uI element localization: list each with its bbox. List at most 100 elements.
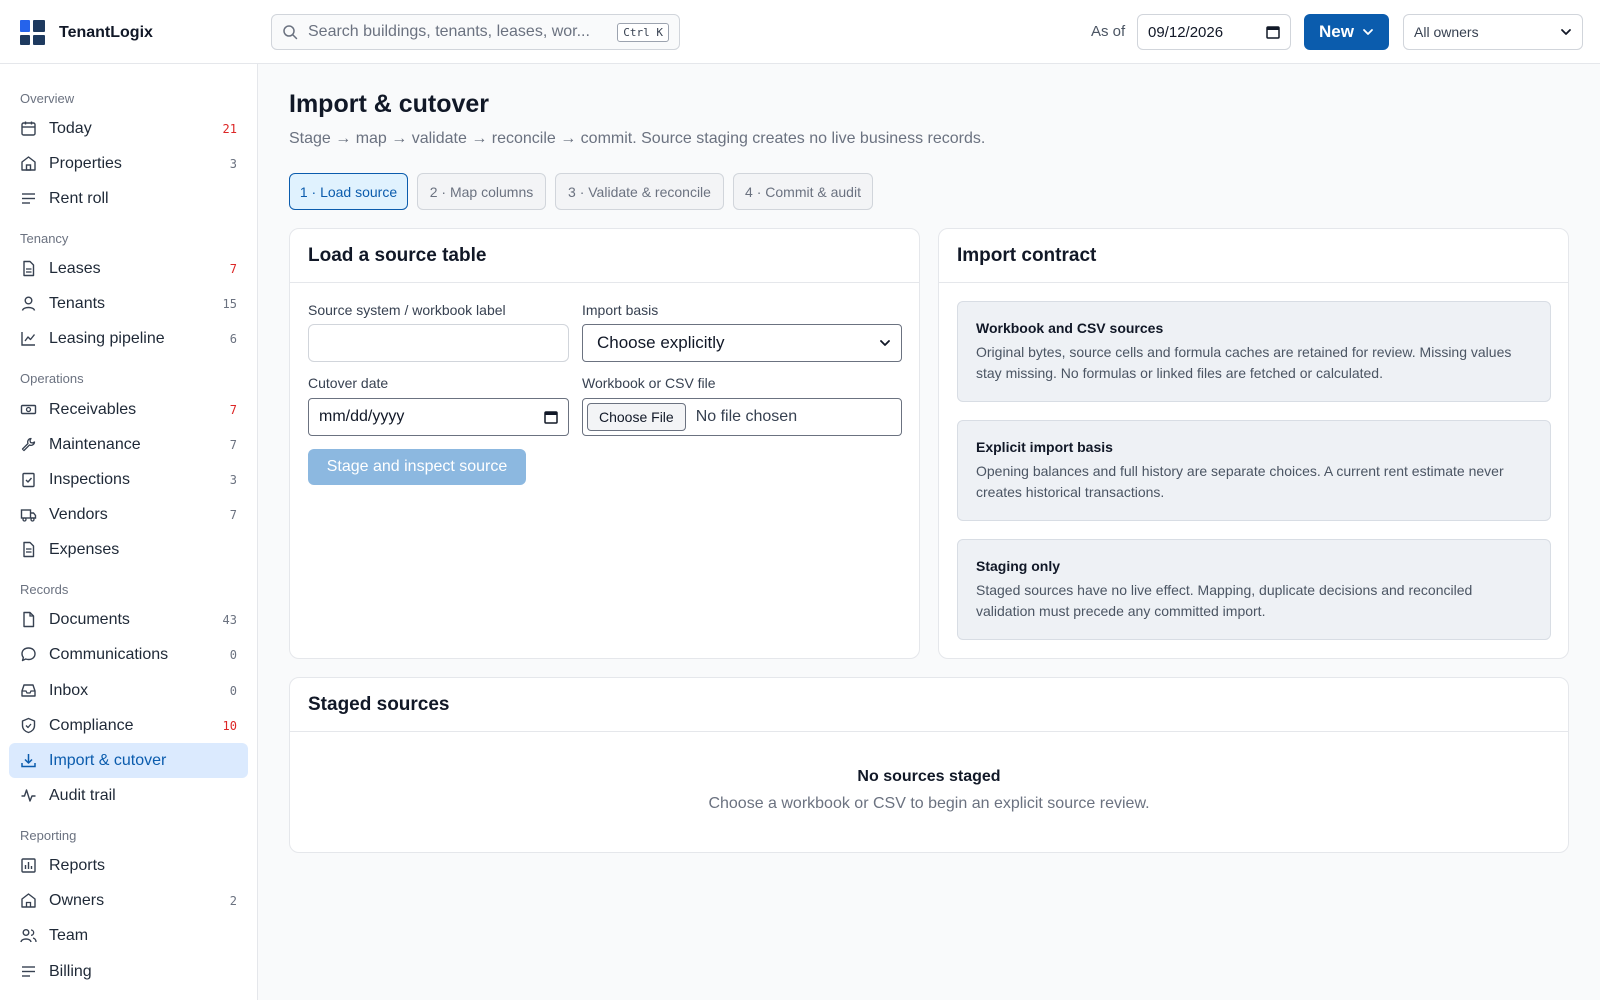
sidebar-item-label: Communications xyxy=(49,645,169,663)
sidebar-item-today[interactable]: Today 21 xyxy=(9,111,248,146)
home-icon xyxy=(21,893,36,908)
contract-item-title: Staging only xyxy=(976,558,1060,574)
receipt-icon xyxy=(23,541,35,558)
file-icon xyxy=(23,611,35,628)
contract-item: Explicit import basis Opening balances a… xyxy=(957,420,1551,521)
load-source-card: Load a source table Source system / work… xyxy=(289,228,920,659)
clipboard-check-icon xyxy=(22,472,35,488)
file-status: No file chosen xyxy=(695,408,798,425)
sidebar-item-label: Billing xyxy=(49,962,92,980)
sidebar-item-properties[interactable]: Properties 3 xyxy=(9,146,248,181)
message-bubble-icon xyxy=(21,647,36,662)
brand[interactable]: TenantLogix xyxy=(20,20,153,45)
search-input[interactable] xyxy=(308,23,618,41)
card-title: Staged sources xyxy=(290,678,1568,732)
search-icon xyxy=(283,25,298,40)
chevron-down-icon xyxy=(1561,29,1571,35)
file-field-label: Workbook or CSV file xyxy=(582,375,716,391)
sidebar-item-label: Expenses xyxy=(49,540,120,558)
owner-filter-select[interactable]: All owners xyxy=(1403,14,1583,50)
staged-sources-card: Staged sources No sources staged Choose … xyxy=(289,677,1569,853)
calendar-icon xyxy=(21,121,36,136)
step-commit-audit[interactable]: 4 · Commit & audit xyxy=(733,173,873,210)
sidebar-item-audit-trail[interactable]: Audit trail xyxy=(9,778,248,813)
sidebar-item-owners[interactable]: Owners 2 xyxy=(9,883,248,918)
as-of-date-input[interactable]: 09/12/2026 xyxy=(1137,14,1291,50)
sidebar-item-count: 15 xyxy=(222,296,237,311)
sidebar-item-leasing-pipeline[interactable]: Leasing pipeline 6 xyxy=(9,321,248,356)
search-shortcut-hint: Ctrl K xyxy=(617,22,669,42)
sidebar-item-count: 10 xyxy=(222,718,237,733)
sidebar-item-label: Rent roll xyxy=(49,189,109,207)
cutover-date-placeholder: mm/dd/yyyy xyxy=(319,408,405,425)
sidebar-item-vendors[interactable]: Vendors 7 xyxy=(9,497,248,532)
file-input[interactable]: Choose File No file chosen xyxy=(582,398,902,436)
sidebar-item-label: Leases xyxy=(49,259,101,277)
sidebar-item-expenses[interactable]: Expenses xyxy=(9,532,248,567)
shield-check-icon xyxy=(21,717,36,734)
new-button-label: New xyxy=(1319,22,1354,41)
calendar-icon[interactable] xyxy=(1266,25,1280,39)
sidebar-item-label: Compliance xyxy=(49,716,134,734)
page-subtitle: Stage → map → validate → reconcile → com… xyxy=(289,130,986,147)
wrench-icon xyxy=(21,437,36,452)
calendar-icon[interactable] xyxy=(544,410,558,424)
global-search[interactable]: Ctrl K xyxy=(271,14,680,50)
nav-section-operations: Operations xyxy=(20,371,84,386)
sidebar-item-label: Tenants xyxy=(49,294,106,312)
source-label-field-label: Source system / workbook label xyxy=(308,302,506,318)
choose-file-button[interactable]: Choose File xyxy=(587,403,686,431)
sidebar-item-documents[interactable]: Documents 43 xyxy=(9,602,248,637)
empty-state-message: Choose a workbook or CSV to begin an exp… xyxy=(708,795,1150,812)
sidebar-item-label: Properties xyxy=(49,154,122,172)
import-basis-value: Choose explicitly xyxy=(597,333,725,352)
sidebar-item-count: 7 xyxy=(229,402,237,417)
trend-chart-icon xyxy=(21,332,36,346)
sidebar-nav: Overview Today 21 Properties 3 Rent roll… xyxy=(0,64,258,1000)
sidebar-item-receivables[interactable]: Receivables 7 xyxy=(9,392,248,427)
import-contract-card: Import contract Workbook and CSV sources… xyxy=(938,228,1569,659)
sidebar-item-label: Team xyxy=(49,926,89,944)
sidebar-item-rent-roll[interactable]: Rent roll xyxy=(9,181,248,216)
sidebar-item-leases[interactable]: Leases 7 xyxy=(9,251,248,286)
import-basis-select[interactable]: Choose explicitly xyxy=(582,324,902,362)
step-map-columns[interactable]: 2 · Map columns xyxy=(417,173,546,210)
contract-item-body: Original bytes, source cells and formula… xyxy=(976,344,1512,381)
import-basis-label: Import basis xyxy=(582,302,659,318)
source-label-input[interactable] xyxy=(308,324,569,362)
users-icon xyxy=(20,929,37,943)
document-icon xyxy=(23,260,35,277)
sidebar-item-label: Inbox xyxy=(49,681,89,699)
sidebar-item-billing[interactable]: Billing xyxy=(9,954,248,989)
sidebar-item-count: 3 xyxy=(229,156,237,171)
sidebar-item-label: Documents xyxy=(49,610,130,628)
bar-chart-icon xyxy=(21,858,36,873)
stage-source-button[interactable]: Stage and inspect source xyxy=(308,449,526,485)
truck-icon xyxy=(20,509,37,522)
nav-section-reporting: Reporting xyxy=(20,828,77,843)
sidebar-item-tenants[interactable]: Tenants 15 xyxy=(9,286,248,321)
sidebar-item-compliance[interactable]: Compliance 10 xyxy=(9,708,248,743)
sidebar-item-label: Import & cutover xyxy=(49,751,167,769)
cutover-date-input[interactable]: mm/dd/yyyy xyxy=(308,398,569,436)
chevron-down-icon xyxy=(880,340,890,346)
new-button[interactable]: New xyxy=(1304,14,1389,50)
sidebar-item-label: Today xyxy=(49,119,92,137)
nav-section-tenancy: Tenancy xyxy=(20,231,69,246)
card-title: Load a source table xyxy=(290,229,919,283)
sidebar-item-reports[interactable]: Reports xyxy=(9,848,248,883)
cutover-date-label: Cutover date xyxy=(308,375,389,391)
step-load-source[interactable]: 1 · Load source xyxy=(289,173,408,210)
sidebar-item-count: 2 xyxy=(229,893,237,908)
user-icon xyxy=(21,296,36,311)
contract-item: Workbook and CSV sources Original bytes,… xyxy=(957,301,1551,402)
sidebar-item-team[interactable]: Team xyxy=(9,918,248,953)
sidebar-item-label: Vendors xyxy=(49,505,108,523)
sidebar-item-inspections[interactable]: Inspections 3 xyxy=(9,462,248,497)
sidebar-item-communications[interactable]: Communications 0 xyxy=(9,637,248,672)
sidebar-item-maintenance[interactable]: Maintenance 7 xyxy=(9,427,248,462)
sidebar-item-inbox[interactable]: Inbox 0 xyxy=(9,673,248,708)
sidebar-item-label: Leasing pipeline xyxy=(49,329,165,347)
sidebar-item-import-cutover[interactable]: Import & cutover xyxy=(9,743,248,778)
step-validate-reconcile[interactable]: 3 · Validate & reconcile xyxy=(555,173,724,210)
